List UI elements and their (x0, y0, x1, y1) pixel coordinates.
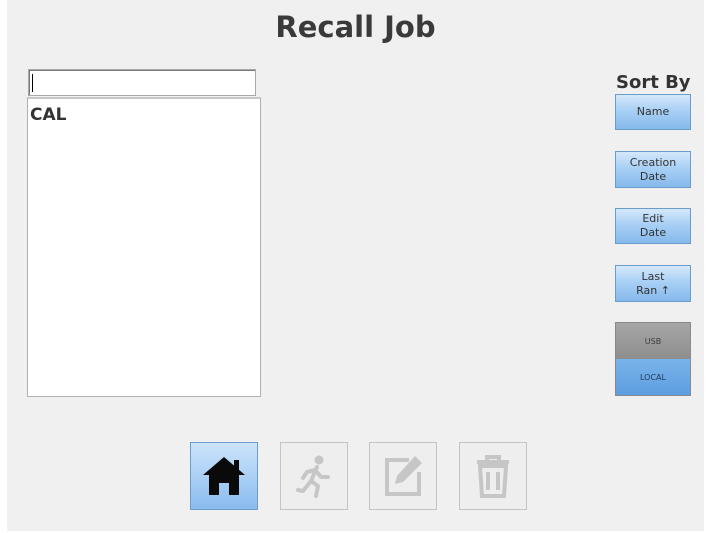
sort-last-ran-button[interactable]: Last Ran ↑ (615, 265, 691, 302)
job-list[interactable]: CAL (27, 97, 261, 397)
local-storage-button[interactable]: LOCAL (616, 359, 690, 395)
list-item[interactable]: CAL (30, 105, 66, 125)
run-icon (296, 455, 330, 498)
sort-name-button[interactable]: Name (615, 94, 691, 130)
sort-creation-date-button[interactable]: Creation Date (615, 151, 691, 188)
run-job-button[interactable] (280, 442, 348, 510)
home-icon (203, 457, 245, 495)
edit-job-button[interactable] (369, 442, 437, 510)
text-caret (32, 74, 33, 92)
page-title: Recall Job (275, 10, 436, 44)
sort-edit-date-button[interactable]: Edit Date (615, 208, 691, 244)
home-button[interactable] (190, 442, 258, 510)
storage-toggle: USB LOCAL (615, 322, 691, 396)
usb-storage-button[interactable]: USB (616, 323, 690, 359)
edit-icon (385, 456, 422, 496)
delete-job-button[interactable] (459, 442, 527, 510)
recall-job-panel: Recall Job CAL Sort By Name Creation Dat… (7, 0, 704, 531)
sort-by-heading: Sort By (616, 72, 691, 93)
trash-icon (477, 455, 509, 498)
search-input[interactable] (28, 69, 256, 96)
